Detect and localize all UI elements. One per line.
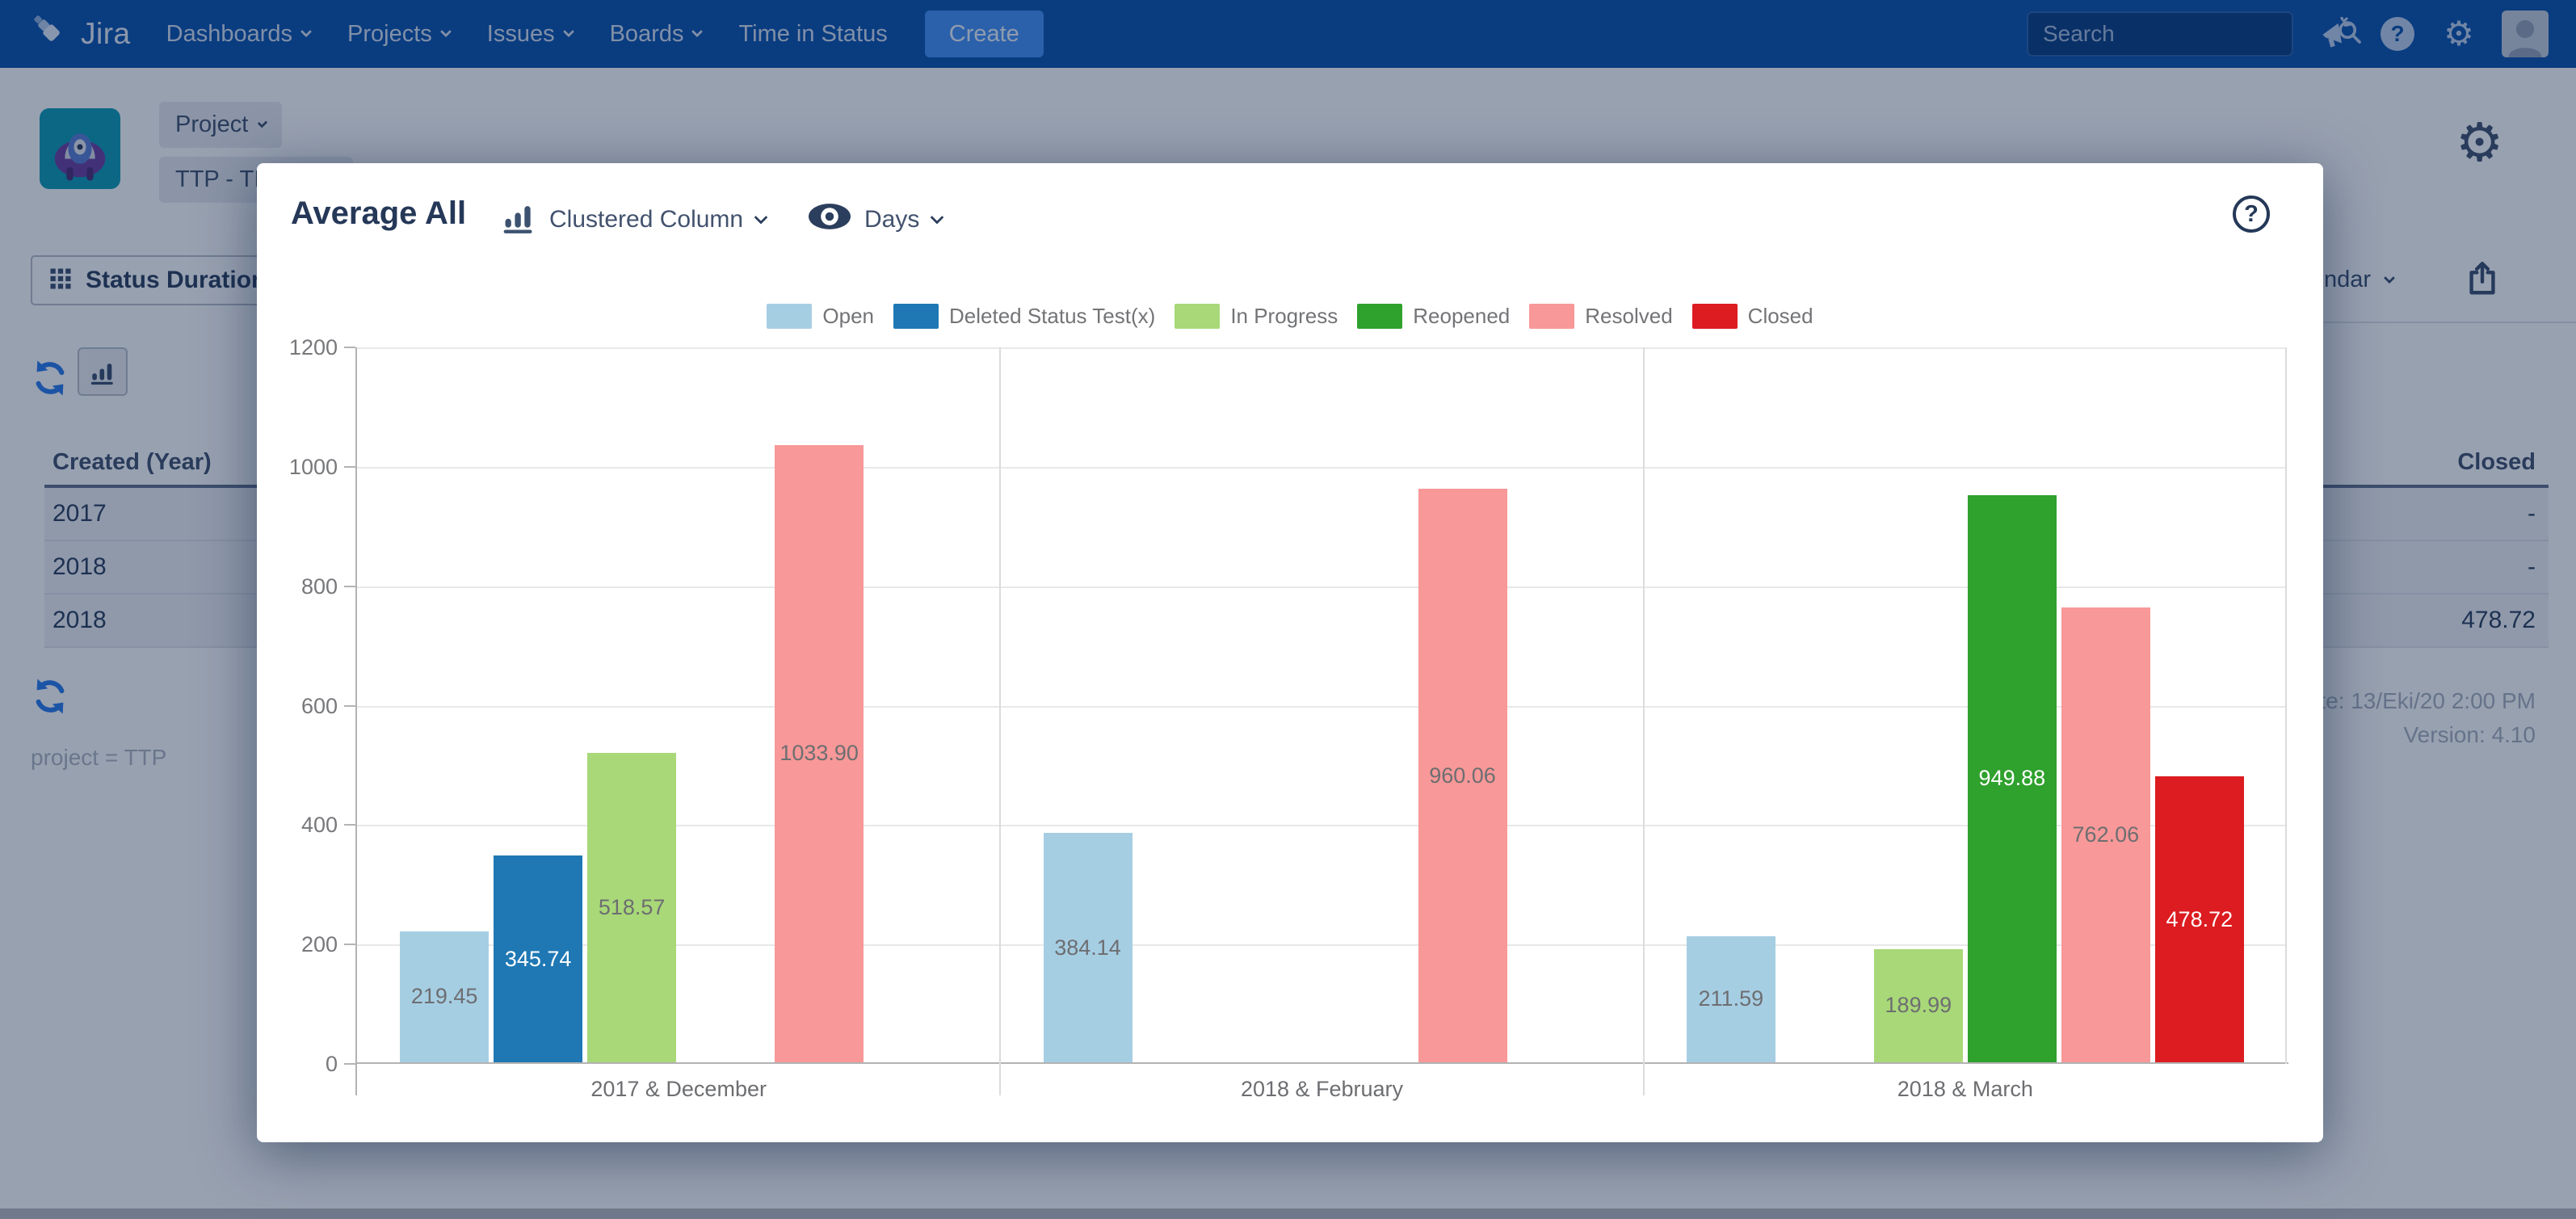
legend-swatch xyxy=(893,304,939,329)
bar-open[interactable]: 211.59 xyxy=(1687,936,1775,1062)
bar-closed[interactable]: 478.72 xyxy=(2155,776,2244,1062)
y-axis-tick xyxy=(344,466,355,468)
plot-right-edge xyxy=(2285,347,2287,1064)
eye-icon xyxy=(808,202,851,237)
gridline xyxy=(357,467,2287,469)
legend-item[interactable]: Reopened xyxy=(1357,304,1510,329)
bar-value-label: 345.74 xyxy=(505,947,572,972)
legend-item[interactable]: Open xyxy=(767,304,874,329)
bar-in-progress[interactable]: 518.57 xyxy=(587,753,676,1062)
help-circle-icon[interactable]: ? xyxy=(2233,195,2270,233)
bar-chart-icon xyxy=(501,199,536,241)
y-axis-label: 600 xyxy=(228,694,338,719)
y-axis-label: 1000 xyxy=(228,455,338,480)
legend-item[interactable]: Closed xyxy=(1692,304,1813,329)
chevron-down-icon xyxy=(931,211,944,225)
y-axis-tick xyxy=(344,944,355,945)
bar-open[interactable]: 384.14 xyxy=(1044,833,1133,1062)
bar-value-label: 219.45 xyxy=(411,984,478,1009)
bar-value-label: 949.88 xyxy=(1979,766,2046,791)
y-axis-label: 400 xyxy=(228,813,338,838)
legend-label: Deleted Status Test(x) xyxy=(949,304,1155,329)
chevron-down-icon xyxy=(754,211,768,225)
bar-value-label: 478.72 xyxy=(2166,907,2234,932)
bar-value-label: 384.14 xyxy=(1054,935,1121,960)
bar-value-label: 189.99 xyxy=(1885,993,1952,1018)
legend-label: In Progress xyxy=(1230,304,1338,329)
x-axis-category-label: 2018 & March xyxy=(1796,1077,2135,1102)
bar-reopened[interactable]: 949.88 xyxy=(1968,495,2057,1062)
unit-dropdown[interactable]: Days xyxy=(808,199,942,241)
x-axis-category-label: 2017 & December xyxy=(509,1077,848,1102)
average-all-modal: Average All Clustered Column Days xyxy=(257,163,2323,1142)
clustered-column-chart: 020040060080010001200219.45345.74518.571… xyxy=(357,347,2287,1064)
bar-value-label: 518.57 xyxy=(599,895,666,920)
chart-type-dropdown[interactable]: Clustered Column xyxy=(501,199,766,241)
legend-swatch xyxy=(1692,304,1738,329)
legend-swatch xyxy=(1175,304,1220,329)
x-axis-category-label: 2018 & February xyxy=(1153,1077,1492,1102)
bar-deleted-status-test-x-[interactable]: 345.74 xyxy=(494,855,582,1062)
bar-value-label: 960.06 xyxy=(1429,763,1496,788)
bar-value-label: 211.59 xyxy=(1699,986,1764,1011)
y-axis-label: 200 xyxy=(228,932,338,957)
legend-label: Closed xyxy=(1748,304,1813,329)
modal-title: Average All xyxy=(291,195,466,232)
y-axis-tick xyxy=(344,1063,355,1065)
legend-swatch xyxy=(1357,304,1402,329)
bar-resolved[interactable]: 960.06 xyxy=(1418,489,1507,1062)
legend-item[interactable]: In Progress xyxy=(1175,304,1338,329)
y-axis-tick xyxy=(344,586,355,587)
category-separator xyxy=(1643,347,1645,1095)
chart-legend: Open Deleted Status Test(x) In Progress Reo… xyxy=(257,304,2323,329)
legend-item[interactable]: Resolved xyxy=(1529,304,1672,329)
bar-in-progress[interactable]: 189.99 xyxy=(1874,949,1963,1062)
y-axis-label: 800 xyxy=(228,574,338,599)
y-axis-tick xyxy=(344,347,355,348)
y-axis-tick xyxy=(344,705,355,707)
bar-resolved[interactable]: 1033.90 xyxy=(775,445,864,1062)
legend-label: Open xyxy=(822,304,874,329)
screen: Jira DashboardsProjectsIssuesBoardsTime … xyxy=(0,0,2576,1219)
bar-open[interactable]: 219.45 xyxy=(400,931,489,1062)
gridline xyxy=(357,347,2287,349)
bar-resolved[interactable]: 762.06 xyxy=(2061,607,2150,1062)
legend-item[interactable]: Deleted Status Test(x) xyxy=(893,304,1155,329)
y-axis-tick xyxy=(344,824,355,826)
legend-swatch xyxy=(1529,304,1574,329)
legend-label: Reopened xyxy=(1413,304,1510,329)
legend-label: Resolved xyxy=(1585,304,1672,329)
x-axis-line xyxy=(355,1062,2288,1064)
legend-swatch xyxy=(767,304,812,329)
y-axis-line xyxy=(355,347,357,1095)
y-axis-label: 0 xyxy=(228,1052,338,1077)
category-separator xyxy=(999,347,1001,1095)
bar-value-label: 762.06 xyxy=(2073,822,2140,847)
y-axis-label: 1200 xyxy=(228,335,338,360)
bar-value-label: 1033.90 xyxy=(780,741,859,766)
